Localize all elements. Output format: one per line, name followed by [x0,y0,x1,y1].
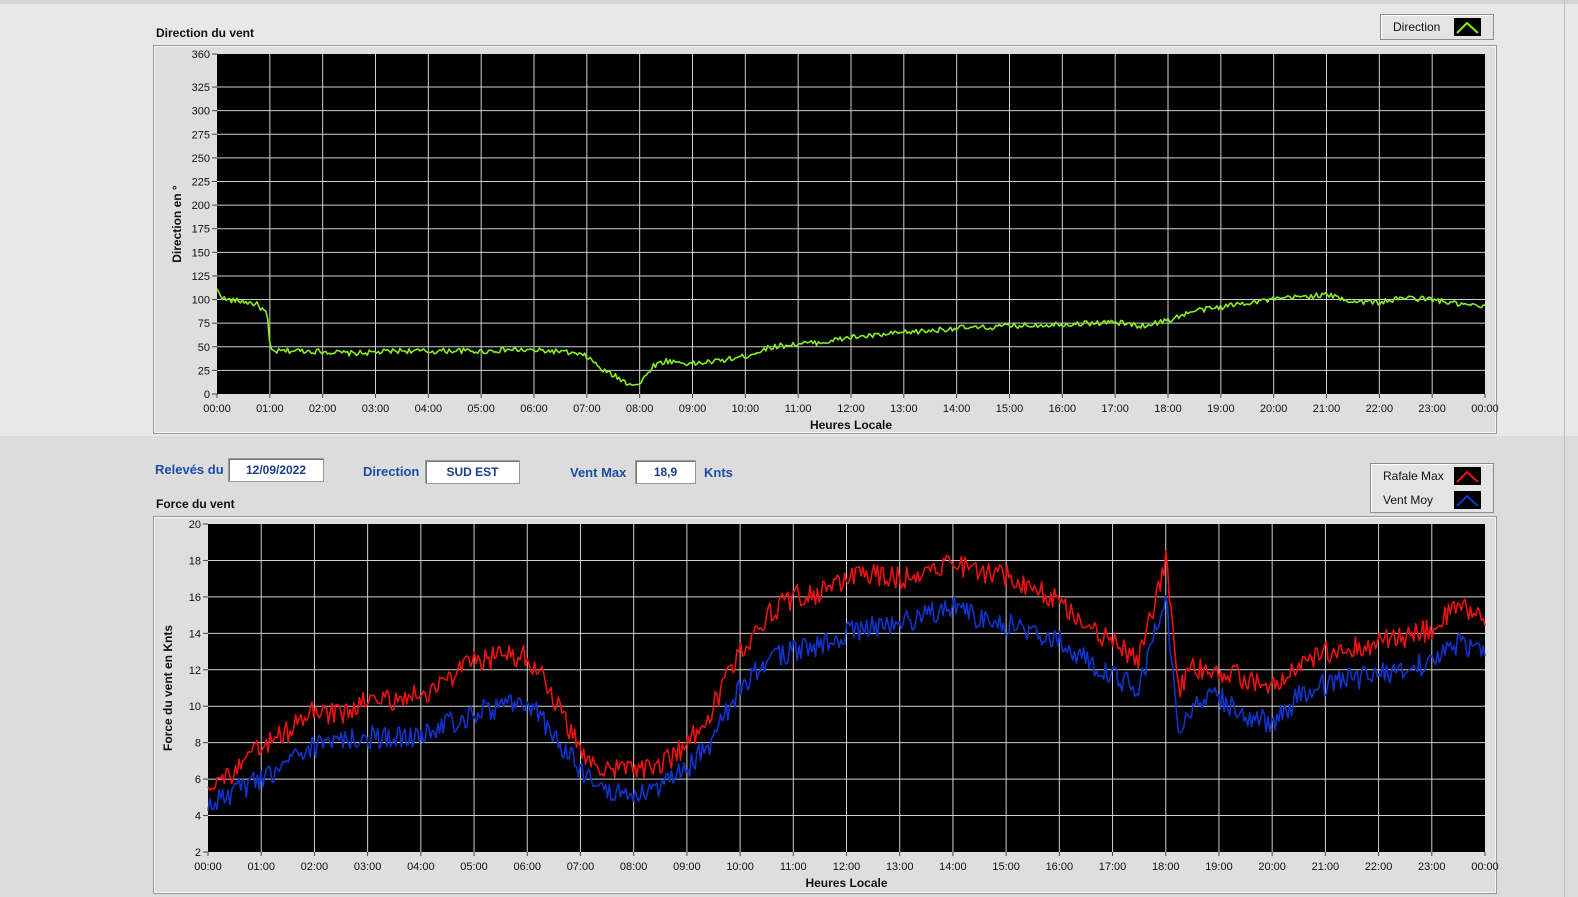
y-axis-title: Direction en ° [170,185,184,263]
force-chart: 00:00 01:00 02:00 03:00 04:00 05:00 06:00 07:00… [161,519,1499,890]
y-tick-label: 75 [198,318,210,330]
x-tick-label: 06:00 [513,861,541,873]
x-tick-label: 23:00 [1418,403,1446,415]
x-tick-label: 13:00 [890,403,918,415]
x-tick-label: 16:00 [1049,403,1077,415]
y-tick-label: 200 [192,200,210,212]
y-tick-label: 275 [192,129,210,141]
x-tick-label: 08:00 [626,403,654,415]
x-tick-label: 14:00 [939,861,967,873]
x-tick-label: 19:00 [1207,403,1235,415]
y-tick-label: 12 [189,665,201,677]
x-tick-label: 06:00 [520,403,548,415]
x-axis-title: Heures Locale [805,876,887,890]
x-tick-label: 13:00 [886,861,914,873]
x-tick-label: 15:00 [996,403,1024,415]
x-tick-label: 05:00 [460,861,488,873]
x-tick-label: 15:00 [992,861,1020,873]
x-tick-label: 21:00 [1312,861,1340,873]
x-tick-label: 20:00 [1258,861,1286,873]
x-tick-label: 00:00 [194,861,222,873]
y-tick-label: 175 [192,224,210,236]
y-tick-label: 2 [195,847,201,859]
x-tick-label: 14:00 [943,403,971,415]
y-tick-label: 250 [192,153,210,165]
x-tick-label: 11:00 [785,403,812,415]
x-tick-label: 08:00 [620,861,648,873]
x-tick-label: 05:00 [467,403,495,415]
x-tick-label: 17:00 [1101,403,1129,415]
y-tick-label: 16 [189,592,201,604]
x-tick-label: 04:00 [407,861,435,873]
y-tick-label: 20 [189,519,201,531]
y-tick-label: 8 [195,738,201,750]
x-tick-label: 21:00 [1313,403,1341,415]
y-tick-label: 360 [192,49,210,61]
y-tick-label: 6 [195,774,201,786]
x-tick-label: 01:00 [256,403,284,415]
y-tick-label: 300 [192,106,210,118]
x-tick-label: 20:00 [1260,403,1288,415]
direction-chart: 00:00 01:00 02:00 03:00 04:00 05:00 06:00 07:00… [170,49,1499,432]
y-tick-label: 100 [192,295,210,307]
x-tick-label: 02:00 [301,861,329,873]
y-tick-label: 150 [192,247,210,259]
x-tick-label: 09:00 [673,861,701,873]
x-tick-label: 11:00 [780,861,807,873]
x-tick-label: 12:00 [837,403,865,415]
x-tick-label: 22:00 [1365,861,1393,873]
x-tick-label: 18:00 [1152,861,1180,873]
x-tick-label: 04:00 [415,403,443,415]
x-tick-label: 10:00 [726,861,754,873]
x-tick-label: 01:00 [247,861,275,873]
x-tick-label: 18:00 [1154,403,1182,415]
x-tick-label: 02:00 [309,403,337,415]
y-tick-label: 4 [195,811,201,823]
y-tick-label: 25 [198,365,210,377]
x-tick-label: 16:00 [1046,861,1074,873]
x-tick-label: 09:00 [679,403,707,415]
charts-svg: 00:00 01:00 02:00 03:00 04:00 05:00 06:00 07:00… [161,49,1499,890]
x-tick-label: 22:00 [1366,403,1394,415]
x-tick-label: 19:00 [1205,861,1233,873]
y-tick-label: 50 [198,342,210,354]
x-tick-label: 10:00 [732,403,760,415]
y-tick-label: 125 [192,271,210,283]
x-tick-label: 00:00 [203,403,231,415]
x-tick-label: 00:00 [1471,861,1499,873]
y-tick-label: 225 [192,177,210,189]
y-axis-title: Force du vent en Knts [161,625,175,751]
y-tick-label: 14 [189,628,201,640]
y-tick-label: 0 [204,389,210,401]
x-tick-label: 00:00 [1471,403,1499,415]
x-tick-label: 03:00 [362,403,390,415]
x-tick-label: 12:00 [833,861,861,873]
y-tick-label: 325 [192,82,210,94]
x-axis-title: Heures Locale [810,418,892,432]
x-tick-label: 07:00 [573,403,601,415]
x-tick-label: 23:00 [1418,861,1446,873]
x-tick-label: 03:00 [354,861,382,873]
y-tick-label: 10 [189,701,201,713]
y-tick-label: 18 [189,555,201,567]
x-tick-label: 17:00 [1099,861,1127,873]
x-tick-label: 07:00 [567,861,595,873]
